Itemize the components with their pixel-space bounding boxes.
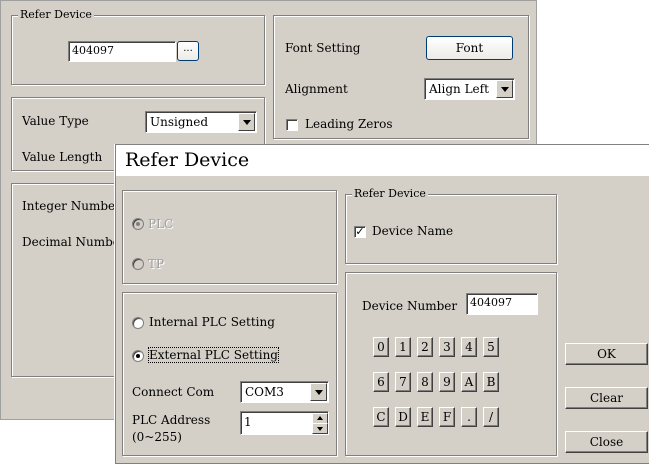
check-icon: ✓ (355, 225, 365, 238)
value-type-label: Value Type (22, 114, 89, 128)
device-number-group: Device Number 404097 0 1 2 3 4 5 6 7 8 9 A B C D E F. / (345, 272, 557, 456)
connect-com-selected: COM3 (245, 385, 284, 399)
external-plc-label: External PLC Setting (148, 347, 279, 363)
keypad-key[interactable]: B (483, 372, 499, 392)
refer-device-group-title: Refer Device (18, 8, 94, 21)
alignment-label: Alignment (285, 82, 348, 96)
keypad-key[interactable]: . (461, 407, 477, 427)
plc-address-value: 1 (244, 415, 252, 429)
leading-zeros-label: Leading Zeros (305, 117, 393, 131)
chevron-down-icon[interactable] (238, 113, 255, 131)
clear-button[interactable]: Clear (565, 387, 648, 409)
keypad-key[interactable]: A (461, 372, 477, 392)
chevron-down-icon[interactable] (496, 80, 513, 98)
plc-label: PLC (148, 217, 174, 231)
ok-button[interactable]: OK (565, 343, 648, 365)
device-name-label: Device Name (372, 224, 454, 238)
keypad-key[interactable]: / (483, 407, 499, 427)
chevron-down-icon[interactable] (310, 383, 327, 401)
font-alignment-group: Font Setting Font Alignment Align Left L… (273, 15, 529, 139)
font-button[interactable]: Font (426, 36, 513, 60)
source-group: PLC TP (122, 190, 337, 284)
alignment-selected: Align Left (429, 82, 489, 96)
keypad-key[interactable]: 4 (461, 337, 477, 357)
value-length-label: Value Length (22, 150, 103, 164)
value-type-selected: Unsigned (150, 115, 209, 129)
external-plc-radio[interactable] (132, 350, 144, 362)
internal-plc-label: Internal PLC Setting (149, 315, 275, 329)
leading-zeros-checkbox[interactable] (286, 119, 298, 131)
keypad-key[interactable]: 0 (373, 337, 389, 357)
spin-down-icon[interactable] (312, 423, 328, 434)
refer-device-dialog: Refer Device PLC TP Refer Device ✓ Devic… (115, 144, 649, 464)
plc-address-label: PLC Address (132, 413, 211, 427)
keypad-key[interactable]: 5 (483, 337, 499, 357)
dialog-title: Refer Device (116, 145, 649, 176)
refer-device-input[interactable]: 404097 (68, 41, 176, 62)
keypad-key[interactable]: 6 (373, 372, 389, 392)
font-setting-label: Font Setting (285, 41, 361, 55)
device-name-checkbox[interactable]: ✓ (354, 226, 366, 238)
refer-device-options-title: Refer Device (352, 187, 428, 200)
alignment-select[interactable]: Align Left (424, 78, 515, 100)
value-type-select[interactable]: Unsigned (145, 111, 257, 133)
keypad-key[interactable]: E (417, 407, 433, 427)
keypad-key[interactable]: 1 (395, 337, 411, 357)
keypad-key[interactable]: D (395, 407, 411, 427)
device-number-input[interactable]: 404097 (466, 293, 538, 315)
tp-radio[interactable] (132, 258, 144, 270)
browse-device-button[interactable]: ... (177, 41, 199, 61)
keypad-key[interactable]: 9 (439, 372, 455, 392)
keypad-key[interactable]: 2 (417, 337, 433, 357)
keypad-key[interactable]: C (373, 407, 389, 427)
connect-com-label: Connect Com (132, 385, 215, 399)
keypad-key[interactable]: 8 (417, 372, 433, 392)
keypad-key[interactable]: 3 (439, 337, 455, 357)
plc-setting-group: Internal PLC Setting External PLC Settin… (122, 292, 337, 456)
internal-plc-radio[interactable] (132, 317, 144, 329)
keypad-key[interactable]: 7 (395, 372, 411, 392)
close-button[interactable]: Close (565, 431, 648, 453)
device-number-label: Device Number (362, 299, 458, 313)
tp-label: TP (148, 257, 165, 271)
decimal-number-label: Decimal Number (22, 235, 126, 249)
plc-address-range: (0~255) (132, 430, 182, 444)
refer-device-group: Refer Device 404097 ... (11, 9, 265, 85)
connect-com-select[interactable]: COM3 (240, 381, 329, 403)
plc-address-stepper[interactable]: 1 (240, 411, 329, 435)
plc-radio[interactable] (132, 218, 144, 230)
refer-device-options-group: Refer Device ✓ Device Name (345, 188, 557, 264)
integer-number-label: Integer Number (22, 199, 121, 213)
keypad-key[interactable]: F (439, 407, 455, 427)
